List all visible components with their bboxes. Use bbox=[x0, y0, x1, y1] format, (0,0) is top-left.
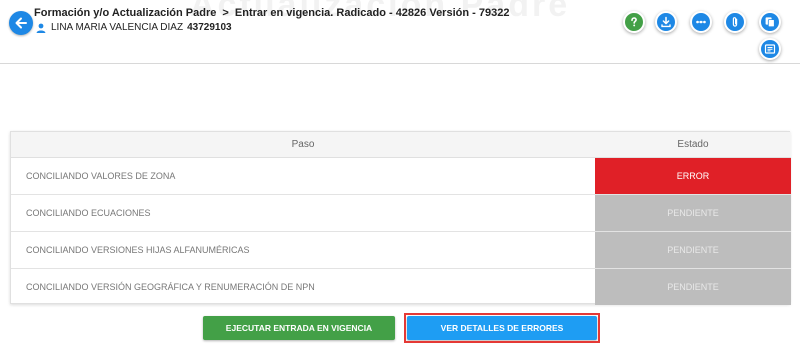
arrow-left-icon bbox=[15, 17, 27, 29]
user-info: LINA MARIA VALENCIA DIAZ 43729103 bbox=[36, 22, 232, 33]
step-name: CONCILIANDO VERSIÓN GEOGRÁFICA Y RENUMER… bbox=[26, 281, 315, 292]
help-icon bbox=[631, 17, 637, 27]
notes-icon bbox=[764, 44, 776, 54]
status-badge: PENDIENTE bbox=[595, 231, 791, 269]
step-name: CONCILIANDO VERSIONES HIJAS ALFANUMÉRICA… bbox=[11, 231, 595, 269]
attach-icon bbox=[732, 17, 738, 27]
table-header-row: Paso Estado bbox=[11, 132, 791, 158]
breadcrumb-separator: > bbox=[222, 7, 229, 19]
copy-button[interactable] bbox=[759, 11, 781, 33]
breadcrumb: Formación y/o Actualización Padre > Entr… bbox=[34, 7, 509, 19]
help-button[interactable] bbox=[623, 11, 645, 33]
view-errors-button[interactable]: VER DETALLES DE ERRORES bbox=[407, 316, 597, 340]
more-button[interactable] bbox=[690, 11, 712, 33]
person-icon bbox=[36, 23, 46, 33]
step-name: CONCILIANDO VALORES DE ZONA bbox=[11, 157, 595, 195]
status-badge: PENDIENTE bbox=[595, 194, 791, 232]
page-header: Actualización Padre Formación y/o Actual… bbox=[0, 0, 800, 64]
table-row: CONCILIANDO ECUACIONES PENDIENTE bbox=[11, 194, 791, 232]
step-name: CONCILIANDO ECUACIONES bbox=[11, 194, 595, 232]
copy-icon bbox=[765, 17, 775, 28]
user-name: LINA MARIA VALENCIA DIAZ bbox=[51, 22, 184, 33]
download-icon bbox=[661, 16, 671, 28]
more-icon bbox=[696, 20, 706, 24]
breadcrumb-current: Entrar en vigencia. Radicado - 42826 Ver… bbox=[234, 7, 510, 19]
execute-button[interactable]: EJECUTAR ENTRADA EN VIGENCIA bbox=[203, 316, 395, 340]
table-row: CONCILIANDO VALORES DE ZONA ERROR bbox=[11, 157, 791, 195]
back-button[interactable] bbox=[9, 11, 33, 35]
notes-button[interactable] bbox=[759, 38, 781, 60]
status-badge: PENDIENTE bbox=[595, 268, 791, 305]
table-row: CONCILIANDO VERSIÓN GEOGRÁFICA Y RENUMER… bbox=[11, 268, 791, 305]
column-header-paso: Paso bbox=[11, 132, 595, 158]
steps-table: Paso Estado CONCILIANDO VALORES DE ZONA … bbox=[10, 131, 791, 305]
user-id: 43729103 bbox=[187, 22, 232, 33]
download-button[interactable] bbox=[655, 11, 677, 33]
table-row: CONCILIANDO VERSIONES HIJAS ALFANUMÉRICA… bbox=[11, 231, 791, 269]
breadcrumb-parent[interactable]: Formación y/o Actualización Padre bbox=[34, 7, 216, 19]
status-badge: ERROR bbox=[595, 157, 791, 195]
attach-button[interactable] bbox=[724, 11, 746, 33]
column-header-estado: Estado bbox=[595, 132, 791, 158]
